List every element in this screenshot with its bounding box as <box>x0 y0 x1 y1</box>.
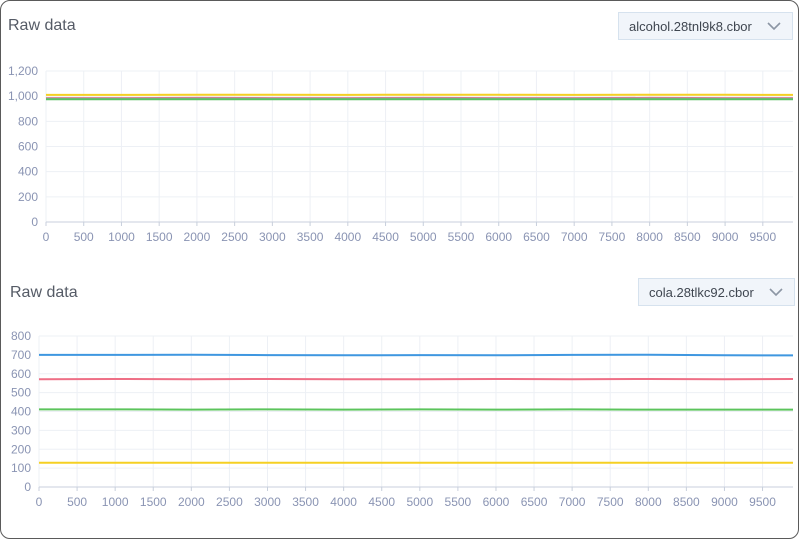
x-tick-label: 7000 <box>559 495 586 509</box>
x-tick-label: 9500 <box>749 230 776 244</box>
y-tick-label: 700 <box>11 348 31 362</box>
y-tick-label: 800 <box>11 329 31 343</box>
x-tick-label: 2000 <box>178 495 205 509</box>
x-tick-label: 9000 <box>712 230 739 244</box>
x-tick-label: 5000 <box>410 230 437 244</box>
x-tick-label: 6500 <box>523 230 550 244</box>
y-tick-label: 300 <box>11 423 31 437</box>
y-tick-label: 0 <box>31 215 38 229</box>
y-tick-label: 200 <box>11 442 31 456</box>
x-tick-label: 5000 <box>406 495 433 509</box>
x-tick-label: 8500 <box>673 495 700 509</box>
x-tick-label: 9000 <box>711 495 738 509</box>
y-tick-label: 400 <box>11 405 31 419</box>
y-tick-label: 200 <box>18 190 38 204</box>
x-tick-label: 4500 <box>372 230 399 244</box>
line-chart-cola: 01002003004005006007008000 500 1000 1500 200… <box>11 329 794 509</box>
x-tick-label: 500 <box>74 230 94 244</box>
y-tick-label: 500 <box>11 386 31 400</box>
x-tick-label: 6000 <box>485 230 512 244</box>
x-tick-label: 2000 <box>184 230 211 244</box>
y-tick-label: 400 <box>18 165 38 179</box>
y-tick-label: 100 <box>11 461 31 475</box>
series-line-0 <box>39 353 794 357</box>
x-tick-label: 5500 <box>445 495 472 509</box>
y-tick-label: 1,200 <box>8 64 38 78</box>
x-tick-label: 9500 <box>749 495 776 509</box>
x-tick-label: 4000 <box>334 230 361 244</box>
x-tick-label: 1000 <box>108 230 135 244</box>
y-tick-label: 1,000 <box>8 89 38 103</box>
x-tick-label: 7500 <box>597 495 624 509</box>
x-tick-label: 8000 <box>636 230 663 244</box>
chart-panel-cola: Raw data cola.28tlkc92.cbor 0 100 200 300 40… <box>0 268 801 541</box>
y-tick-label: 600 <box>18 140 38 154</box>
x-tick-label: 3000 <box>254 495 281 509</box>
x-tick-label: 5500 <box>448 230 475 244</box>
chart-panel-alcohol: Raw data alcohol.28tnl9k8.cbor 0 200 400 60… <box>0 0 801 268</box>
x-tick-label: 7500 <box>599 230 626 244</box>
y-tick-label: 0 <box>24 480 31 494</box>
y-tick-label: 600 <box>11 367 31 381</box>
x-tick-label: 6500 <box>521 495 548 509</box>
x-tick-label: 2500 <box>216 495 243 509</box>
x-tick-label: 0 <box>36 495 43 509</box>
x-tick-label: 0 <box>43 230 50 244</box>
x-tick-label: 8000 <box>635 495 662 509</box>
x-tick-label: 1500 <box>146 230 173 244</box>
x-tick-label: 7000 <box>561 230 588 244</box>
x-tick-label: 500 <box>67 495 87 509</box>
line-chart-alcohol: 0 200 400 600 800 1,000 1,200 0 500 1000 1500 2000 2… <box>8 64 794 244</box>
x-tick-label: 1000 <box>102 495 129 509</box>
x-tick-label: 3500 <box>297 230 324 244</box>
x-tick-label: 8500 <box>674 230 701 244</box>
y-tick-label: 800 <box>18 114 38 128</box>
x-tick-label: 6000 <box>483 495 510 509</box>
x-tick-label: 2500 <box>221 230 248 244</box>
x-tick-label: 3000 <box>259 230 286 244</box>
x-tick-label: 3500 <box>292 495 319 509</box>
x-tick-label: 1500 <box>140 495 167 509</box>
x-tick-label: 4500 <box>368 495 395 509</box>
x-tick-label: 4000 <box>330 495 357 509</box>
